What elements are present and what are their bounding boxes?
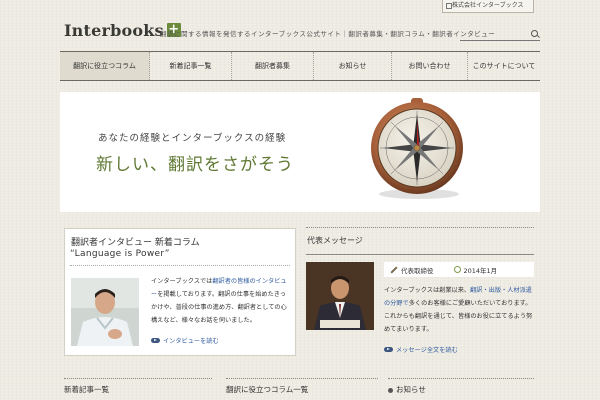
nav-item-recruit[interactable]: 翻訳者募集 (232, 52, 314, 80)
hero-catchcopy: あなたの経験とインターブックスの経験 (98, 133, 287, 144)
divider (226, 378, 378, 379)
column-more-label: インタビューを読む (163, 338, 219, 345)
external-link-icon (446, 3, 452, 9)
bottom-section-title-column: 翻訳に役立つコラム一覧 (226, 385, 309, 394)
bottom-section-title-new: 新着記事一覧 (64, 385, 109, 394)
logo-text: Interbooks (64, 20, 164, 40)
search-icon[interactable] (531, 30, 538, 37)
column-article-title[interactable]: “Language is Power” (70, 249, 170, 259)
bottom-section-title-news-label: お知らせ (396, 385, 426, 394)
nav-item-news[interactable]: お知らせ (314, 52, 392, 80)
clock-icon (453, 266, 461, 273)
company-link[interactable]: 株式会社インターブックス (442, 0, 534, 13)
column-body-post: を掲載しております。翻訳の仕事を始めたきっかけや、普段の仕事の進め方、翻訳者とし… (151, 291, 287, 324)
compass-illustration (371, 98, 463, 199)
message-body-pre: インターブックスは創業以来、 (384, 287, 471, 294)
nav-item-contact[interactable]: お問い合わせ (392, 52, 468, 80)
divider (388, 378, 534, 379)
message-date: 2014年1月 (463, 266, 498, 275)
representative-photo[interactable] (306, 262, 374, 330)
search-box (460, 30, 540, 41)
message-body: インターブックスは創業以来、翻訳・出版・人材派遣の分野で多くのお客様にご愛顧いた… (384, 284, 536, 336)
nav-item-new-articles[interactable]: 新着記事一覧 (150, 52, 232, 80)
message-more-link[interactable]: メッセージ全文を読む (384, 345, 458, 354)
column-body-pre: インターブックスでは (151, 278, 213, 285)
hero-headline: 新しい、翻訳をさがそう (96, 155, 294, 175)
message-section-title: 代表メッセージ (307, 236, 363, 245)
column-panel-title: 翻訳者インタビュー 新着コラム (71, 238, 200, 248)
interviewee-photo[interactable] (71, 278, 139, 346)
column-panel: 翻訳者インタビュー 新着コラム “Language is Power” インター… (64, 228, 296, 356)
company-link-label: 株式会社インターブックス (452, 2, 524, 9)
global-nav: 翻訳に役立つコラム 新着記事一覧 翻訳者募集 お知らせ お問い合わせ このサイト… (60, 51, 540, 81)
divider (306, 254, 534, 255)
arrow-right-icon (384, 347, 393, 352)
nav-item-column[interactable]: 翻訳に役立つコラム (60, 52, 150, 80)
nav-item-about[interactable]: このサイトについて (468, 52, 540, 80)
bullet-icon (388, 387, 393, 393)
pencil-icon (390, 265, 398, 274)
divider (70, 265, 290, 266)
search-input[interactable] (460, 30, 528, 39)
message-meta: 代表取締役 2014年1月 (384, 262, 534, 277)
column-panel-body: インターブックスでは翻訳者の皆様のインタビューを掲載しております。翻訳の仕事を始… (151, 275, 291, 327)
divider (306, 227, 534, 228)
bottom-section-title-news: お知らせ (388, 384, 426, 395)
hero-banner[interactable]: あなたの経験とインターブックスの経験 新しい、翻訳をさがそう (60, 92, 540, 212)
site-tagline: 翻訳に関する情報を発信するインターブックス公式サイト｜翻訳者募集・翻訳コラム・翻… (160, 30, 496, 38)
divider (64, 378, 212, 379)
message-more-label: メッセージ全文を読む (396, 347, 458, 354)
arrow-right-icon (151, 338, 160, 343)
message-author: 代表取締役 (401, 266, 434, 275)
column-more-link[interactable]: インタビューを読む (151, 336, 219, 345)
